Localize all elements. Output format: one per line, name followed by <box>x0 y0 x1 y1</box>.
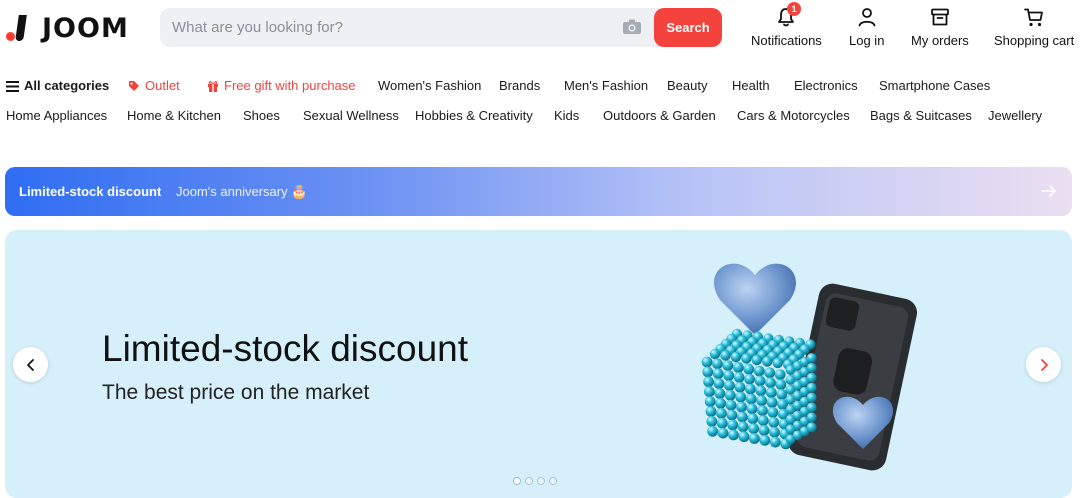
nav-outdoors-garden[interactable]: Outdoors & Garden <box>603 108 716 123</box>
nav-beauty[interactable]: Beauty <box>667 78 707 93</box>
gift-icon <box>208 81 218 92</box>
nav-home-kitchen[interactable]: Home & Kitchen <box>127 108 221 123</box>
header: JOOM Search 1 Notifications Log in <box>0 0 1080 60</box>
product-illustration <box>701 263 918 471</box>
login-button[interactable]: Log in <box>849 6 884 48</box>
nav-label: Outlet <box>145 78 180 93</box>
nav-smartphone-cases[interactable]: Smartphone Cases <box>879 78 990 93</box>
joom-logo-mark <box>6 13 30 43</box>
user-icon <box>858 8 876 27</box>
my-orders-button[interactable]: My orders <box>911 6 969 48</box>
login-label: Log in <box>849 33 885 48</box>
camera-icon[interactable] <box>623 19 641 34</box>
shopping-cart-label: Shopping cart <box>994 33 1075 48</box>
shopping-cart-button[interactable]: Shopping cart <box>994 6 1074 48</box>
carousel-dot[interactable] <box>513 477 521 485</box>
nav-electronics[interactable]: Electronics <box>794 78 858 93</box>
nav-all-categories[interactable]: All categories <box>6 78 109 93</box>
logo-text: JOOM <box>42 12 129 44</box>
nav-hobbies-creativity[interactable]: Hobbies & Creativity <box>415 108 533 123</box>
nav-mens-fashion[interactable]: Men's Fashion <box>564 78 648 93</box>
nav-shoes[interactable]: Shoes <box>243 108 280 123</box>
notification-count-badge: 1 <box>787 2 801 16</box>
menu-icon <box>6 81 19 92</box>
cart-icon <box>1024 8 1044 27</box>
nav-brands[interactable]: Brands <box>499 78 540 93</box>
promo-strip-title: Limited-stock discount <box>19 184 162 199</box>
notifications-label: Notifications <box>751 33 822 48</box>
carousel-next-button[interactable] <box>1026 347 1061 382</box>
nav-bags-suitcases[interactable]: Bags & Suitcases <box>870 108 972 123</box>
carousel-dot[interactable] <box>549 477 557 485</box>
promo-strip-subtitle: Joom's anniversary 🎂 <box>176 184 308 199</box>
tag-icon <box>129 81 139 91</box>
nav-label: Free gift with purchase <box>224 78 356 93</box>
banner-title: Limited-stock discount <box>102 328 469 369</box>
chevron-right-icon <box>1040 358 1048 371</box>
carousel-prev-button[interactable] <box>13 347 48 382</box>
nav-health[interactable]: Health <box>732 78 770 93</box>
hero-banner[interactable]: Limited-stock discount The best price on… <box>5 230 1072 498</box>
promo-strip[interactable]: Limited-stock discount Joom's anniversar… <box>5 167 1072 216</box>
nav-label: All categories <box>24 78 110 93</box>
carousel-dot[interactable] <box>537 477 545 485</box>
notifications-button[interactable]: 1 Notifications <box>751 2 822 48</box>
nav-outlet[interactable]: Outlet <box>128 78 180 93</box>
search-bar: Search <box>160 8 722 47</box>
nav-free-gift[interactable]: Free gift with purchase <box>207 78 356 93</box>
banner-subtitle: The best price on the market <box>102 381 370 404</box>
arrow-right-icon[interactable] <box>1040 182 1058 200</box>
nav-home-appliances[interactable]: Home Appliances <box>6 108 107 123</box>
chevron-left-icon <box>26 358 34 371</box>
nav-womens-fashion[interactable]: Women's Fashion <box>378 78 481 93</box>
nav-sexual-wellness[interactable]: Sexual Wellness <box>303 108 399 123</box>
joom-logo[interactable]: JOOM <box>6 12 129 44</box>
nav-kids[interactable]: Kids <box>554 108 579 123</box>
search-button[interactable]: Search <box>654 8 722 47</box>
nav-jewellery[interactable]: Jewellery <box>988 108 1042 123</box>
box-icon <box>930 8 949 26</box>
nav-cars-motorcycles[interactable]: Cars & Motorcycles <box>737 108 850 123</box>
search-input[interactable] <box>172 8 602 47</box>
carousel-dot[interactable] <box>525 477 533 485</box>
my-orders-label: My orders <box>911 33 969 48</box>
